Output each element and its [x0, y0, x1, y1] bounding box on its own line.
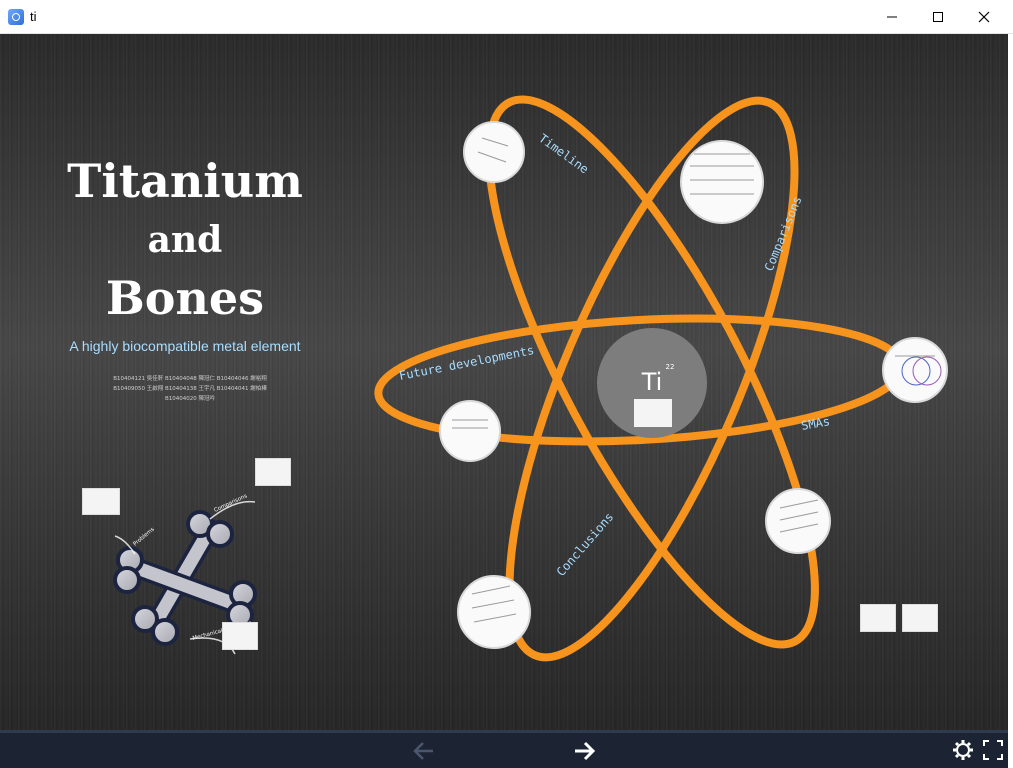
prezi-icon	[8, 9, 24, 25]
slide-smas[interactable]	[882, 337, 948, 403]
label-conclusions: Conclusions	[554, 510, 617, 579]
maximize-icon	[933, 11, 943, 22]
window-title: ti	[30, 9, 37, 24]
window-titlebar: ti	[0, 0, 1013, 34]
window-border	[1008, 34, 1013, 768]
slide-conclusions[interactable]	[457, 575, 531, 649]
minimize-button[interactable]	[869, 0, 915, 33]
fullscreen-icon[interactable]	[982, 739, 1004, 761]
arrow-left-icon[interactable]	[411, 739, 437, 763]
close-button[interactable]	[961, 0, 1007, 33]
nucleus-number: 22	[666, 363, 675, 371]
label-timeline: Timeline	[536, 131, 591, 176]
presentation-canvas[interactable]: Titanium and Bones A highly biocompatibl…	[0, 34, 1008, 730]
minimize-icon	[887, 16, 897, 17]
extra-slide-thumbnail[interactable]	[902, 604, 938, 632]
close-icon	[978, 11, 990, 22]
extra-slide-thumbnail[interactable]	[860, 604, 896, 632]
maximize-button[interactable]	[915, 0, 961, 33]
gear-icon[interactable]	[952, 739, 974, 761]
nucleus-thumbnail[interactable]	[634, 399, 672, 427]
arrow-right-icon[interactable]	[571, 739, 597, 763]
slide-future[interactable]	[439, 400, 501, 462]
slide-timeline[interactable]	[463, 121, 525, 183]
atom-diagram: Ti 22 Timeline Comparisons Future develo…	[374, 95, 948, 662]
nucleus-symbol: Ti	[641, 368, 663, 396]
slide-comparisons[interactable]	[680, 140, 764, 224]
slide-smas-detail[interactable]	[765, 488, 831, 554]
presentation-controls	[0, 730, 1008, 768]
